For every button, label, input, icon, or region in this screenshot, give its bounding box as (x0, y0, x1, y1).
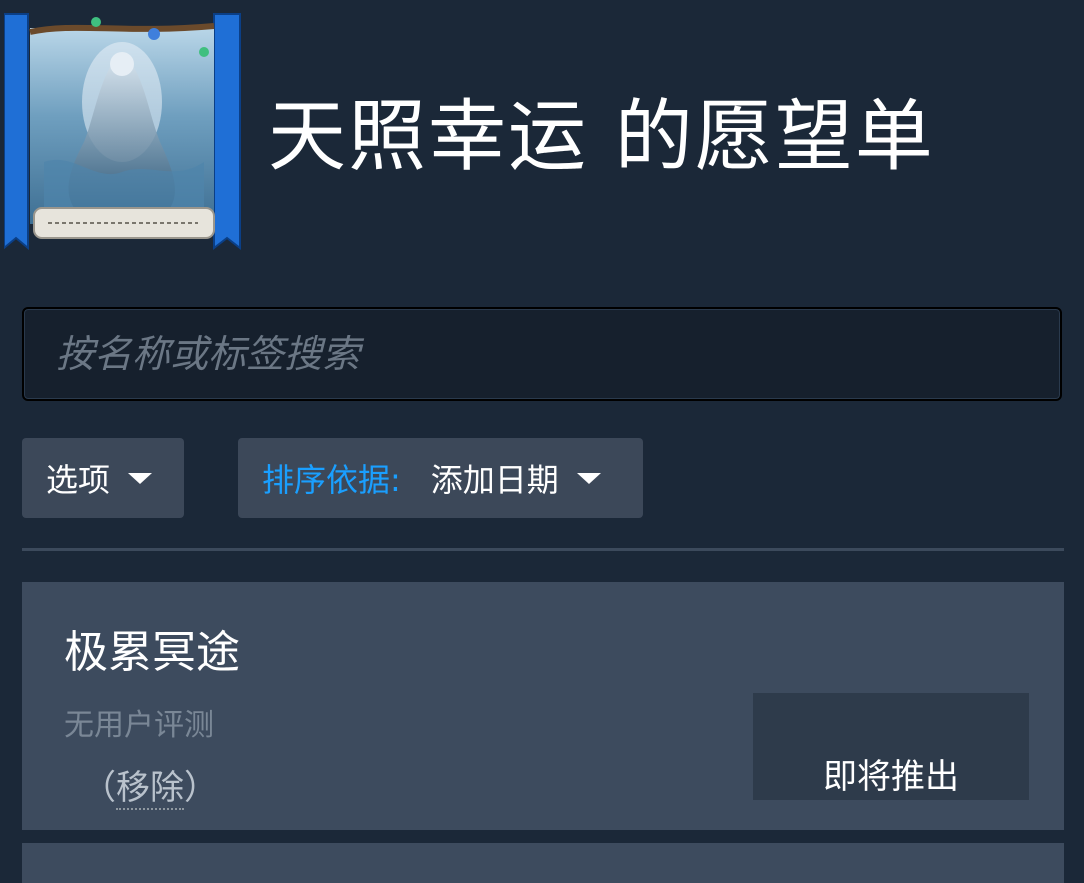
remove-paren-close: ） (184, 768, 218, 808)
release-status: 即将推出 (823, 757, 959, 797)
page-title: 天照幸运 的愿望单 (268, 92, 935, 182)
remove-control: （移除） (82, 760, 218, 810)
wishlist-item: 极累冥途 无用户评测 （移除） 即将推出 (22, 582, 1064, 830)
sort-value: 添加日期 (430, 461, 559, 499)
item-review-summary: 无用户评测 (64, 708, 214, 743)
wishlist-header: 天照幸运 的愿望单 (0, 0, 1084, 260)
remove-link[interactable]: 移除 (116, 768, 184, 810)
options-dropdown[interactable]: 选项 (22, 438, 184, 518)
options-label: 选项 (46, 461, 111, 499)
avatar-artwork (4, 13, 241, 250)
chevron-down-icon (128, 472, 153, 484)
sort-label: 排序依据: (262, 461, 401, 499)
search-box[interactable] (22, 307, 1062, 401)
section-divider (22, 548, 1064, 551)
remove-paren-open: （ (82, 768, 116, 808)
item-title[interactable]: 极累冥途 (64, 616, 240, 680)
search-input[interactable] (24, 309, 1060, 399)
release-status-box: 即将推出 (753, 693, 1029, 800)
wishlist-item-next (22, 843, 1064, 883)
chevron-down-icon (576, 472, 601, 484)
profile-avatar[interactable] (4, 12, 242, 250)
sort-dropdown[interactable]: 排序依据: 添加日期 (238, 438, 643, 518)
